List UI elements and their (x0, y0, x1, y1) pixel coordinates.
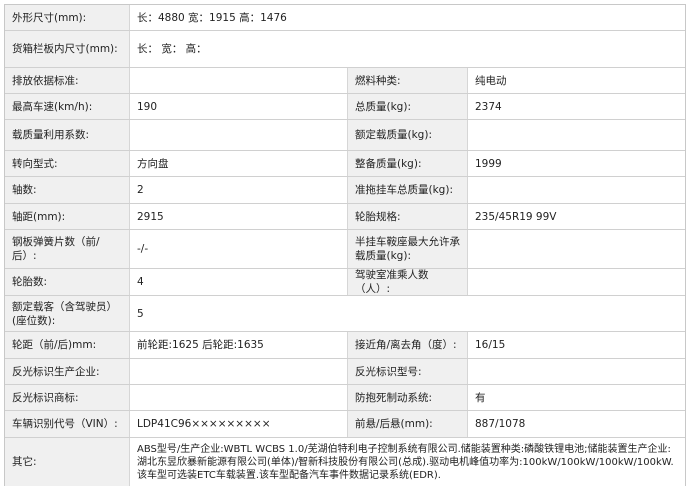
label-steering: 转向型式: (5, 151, 129, 176)
spec-row-speed-mass: 最高车速(km/h): 190 总质量(kg): 2374 (5, 94, 685, 120)
label-reflector-model: 反光标识型号: (347, 359, 467, 384)
value-rated-passengers: 5 (129, 296, 685, 331)
value-wheelbase: 2915 (129, 204, 347, 229)
value-steering: 方向盘 (129, 151, 347, 176)
spec-row-emission-fuel: 排放依据标准: 燃料种类: 纯电动 (5, 68, 685, 94)
value-reflector-maker (129, 359, 347, 384)
label-other: 其它: (5, 438, 129, 486)
value-abs: 有 (467, 385, 685, 410)
label-total-mass: 总质量(kg): (347, 94, 467, 119)
label-emission-standard: 排放依据标准: (5, 68, 129, 93)
vehicle-spec-table: 外形尺寸(mm): 长：4880 宽：1915 高：1476 货箱栏板内尺寸(m… (4, 4, 686, 486)
label-load-coefficient: 载质量利用系数: (5, 120, 129, 150)
value-axles: 2 (129, 177, 347, 203)
spec-row-vin: 车辆识别代号（VIN）: LDP41C96××××××××× 前悬/后悬(mm)… (5, 411, 685, 438)
label-abs: 防抱死制动系统: (347, 385, 467, 410)
value-dimensions: 长：4880 宽：1915 高：1476 (129, 5, 685, 30)
label-trailer-mass: 准拖挂车总质量(kg): (347, 177, 467, 203)
spec-row-other: 其它: ABS型号/生产企业:WBTL WCBS 1.0/芜湖伯特利电子控制系统… (5, 438, 685, 486)
spec-row-track: 轮距（前/后)mm: 前轮距:1625 后轮距:1635 接近角/离去角（度）:… (5, 332, 685, 359)
value-cab-seats (467, 269, 685, 295)
label-tire-spec: 轮胎规格: (347, 204, 467, 229)
label-max-speed: 最高车速(km/h): (5, 94, 129, 119)
label-rated-load: 额定载质量(kg): (347, 120, 467, 150)
label-reflector-brand: 反光标识商标: (5, 385, 129, 410)
label-curb-mass: 整备质量(kg): (347, 151, 467, 176)
value-max-speed: 190 (129, 94, 347, 119)
value-reflector-brand (129, 385, 347, 410)
label-reflector-maker: 反光标识生产企业: (5, 359, 129, 384)
label-tire-count: 轮胎数: (5, 269, 129, 295)
spec-row-axles: 轴数: 2 准拖挂车总质量(kg): (5, 177, 685, 204)
value-cargo-box: 长： 宽： 高： (129, 31, 685, 67)
value-rated-load (467, 120, 685, 150)
label-wheelbase: 轴距(mm): (5, 204, 129, 229)
spec-row-reflector-maker: 反光标识生产企业: 反光标识型号: (5, 359, 685, 385)
spec-row-tires: 轮胎数: 4 驾驶室准乘人数（人）: (5, 269, 685, 296)
label-fuel-type: 燃料种类: (347, 68, 467, 93)
value-overhang: 887/1078 (467, 411, 685, 437)
value-total-mass: 2374 (467, 94, 685, 119)
value-emission-standard (129, 68, 347, 93)
label-rated-passengers: 额定载客（含驾驶员）(座位数): (5, 296, 129, 331)
label-vin: 车辆识别代号（VIN）: (5, 411, 129, 437)
value-vin: LDP41C96××××××××× (129, 411, 347, 437)
value-reflector-model (467, 359, 685, 384)
spec-row-springs: 钢板弹簧片数（前/后）: -/- 半挂车鞍座最大允许承载质量(kg): (5, 230, 685, 269)
spec-row-dimensions: 外形尺寸(mm): 长：4880 宽：1915 高：1476 (5, 5, 685, 31)
label-leaf-springs: 钢板弹簧片数（前/后）: (5, 230, 129, 268)
label-cab-seats: 驾驶室准乘人数（人）: (347, 269, 467, 295)
value-load-coefficient (129, 120, 347, 150)
value-leaf-springs: -/- (129, 230, 347, 268)
spec-row-load: 载质量利用系数: 额定载质量(kg): (5, 120, 685, 151)
value-saddle-load (467, 230, 685, 268)
label-track: 轮距（前/后)mm: (5, 332, 129, 358)
value-other: ABS型号/生产企业:WBTL WCBS 1.0/芜湖伯特利电子控制系统有限公司… (129, 438, 685, 486)
value-curb-mass: 1999 (467, 151, 685, 176)
value-trailer-mass (467, 177, 685, 203)
spec-row-reflector-brand: 反光标识商标: 防抱死制动系统: 有 (5, 385, 685, 411)
label-cargo-box: 货箱栏板内尺寸(mm): (5, 31, 129, 67)
value-track: 前轮距:1625 后轮距:1635 (129, 332, 347, 358)
spec-row-cargo-box: 货箱栏板内尺寸(mm): 长： 宽： 高： (5, 31, 685, 68)
spec-row-steering: 转向型式: 方向盘 整备质量(kg): 1999 (5, 151, 685, 177)
label-dimensions: 外形尺寸(mm): (5, 5, 129, 30)
spec-row-passengers: 额定载客（含驾驶员）(座位数): 5 (5, 296, 685, 332)
label-overhang: 前悬/后悬(mm): (347, 411, 467, 437)
label-axles: 轴数: (5, 177, 129, 203)
value-approach-angle: 16/15 (467, 332, 685, 358)
label-saddle-load: 半挂车鞍座最大允许承载质量(kg): (347, 230, 467, 268)
label-approach-angle: 接近角/离去角（度）: (347, 332, 467, 358)
value-tire-count: 4 (129, 269, 347, 295)
value-fuel-type: 纯电动 (467, 68, 685, 93)
spec-row-wheelbase: 轴距(mm): 2915 轮胎规格: 235/45R19 99V (5, 204, 685, 230)
value-tire-spec: 235/45R19 99V (467, 204, 685, 229)
